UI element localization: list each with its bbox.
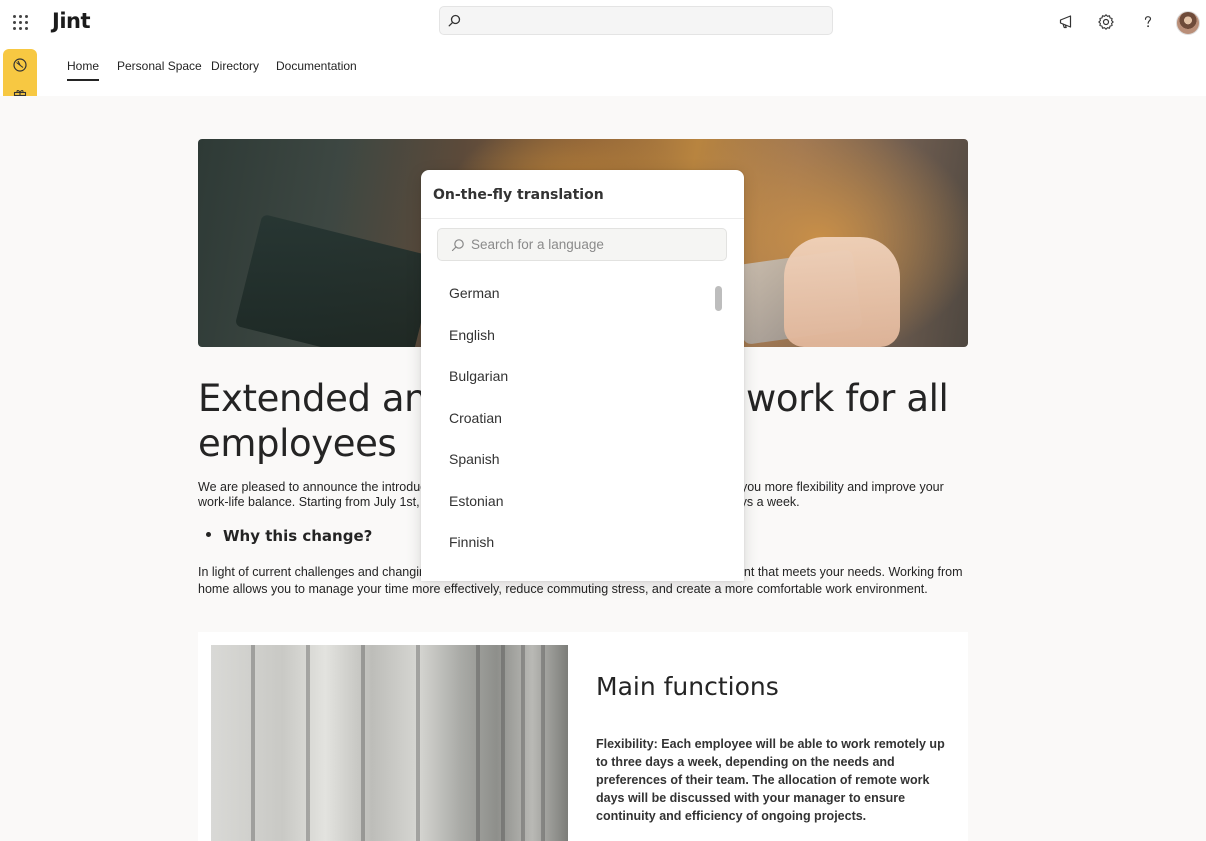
divider [421, 218, 744, 219]
tab-home[interactable]: Home [67, 59, 100, 81]
feature-card: Main functions Flexibility: Each employe… [198, 632, 968, 841]
search-icon [448, 14, 461, 27]
language-option-german[interactable]: German [449, 273, 709, 313]
global-search-input[interactable] [439, 6, 833, 35]
tab-directory[interactable]: Directory [211, 59, 259, 73]
language-list: German English Bulgarian Croatian Spanis… [421, 273, 744, 581]
top-bar: Jint [0, 0, 1206, 46]
help-icon[interactable] [1139, 13, 1159, 33]
language-option-croatian[interactable]: Croatian [449, 398, 709, 438]
popup-title: On-the-fly translation [433, 187, 604, 203]
app-logo[interactable]: Jint [52, 9, 91, 33]
card-title: Main functions [596, 672, 779, 701]
dashboard-icon[interactable] [12, 57, 28, 73]
translation-popup: On-the-fly translation German English Bu… [421, 170, 744, 581]
language-search [437, 228, 727, 261]
scrollbar-thumb[interactable] [715, 286, 722, 311]
waffle-icon[interactable] [13, 15, 28, 30]
curtain-image [211, 645, 568, 841]
search-icon [451, 239, 464, 252]
language-option-english[interactable]: English [449, 315, 709, 355]
language-option-bulgarian[interactable]: Bulgarian [449, 356, 709, 396]
megaphone-icon[interactable] [1058, 13, 1078, 33]
avatar[interactable] [1176, 11, 1200, 35]
language-option-spanish[interactable]: Spanish [449, 439, 709, 479]
tab-documentation[interactable]: Documentation [276, 59, 357, 73]
language-search-input[interactable] [471, 229, 721, 260]
gear-icon[interactable] [1097, 13, 1117, 33]
bullet-heading: Why this change? [206, 527, 372, 545]
language-option-estonian[interactable]: Estonian [449, 481, 709, 521]
card-text: Flexibility: Each employee will be able … [596, 737, 945, 823]
tab-personal-space[interactable]: Personal Space [117, 59, 202, 73]
language-option-finnish[interactable]: Finnish [449, 522, 709, 562]
